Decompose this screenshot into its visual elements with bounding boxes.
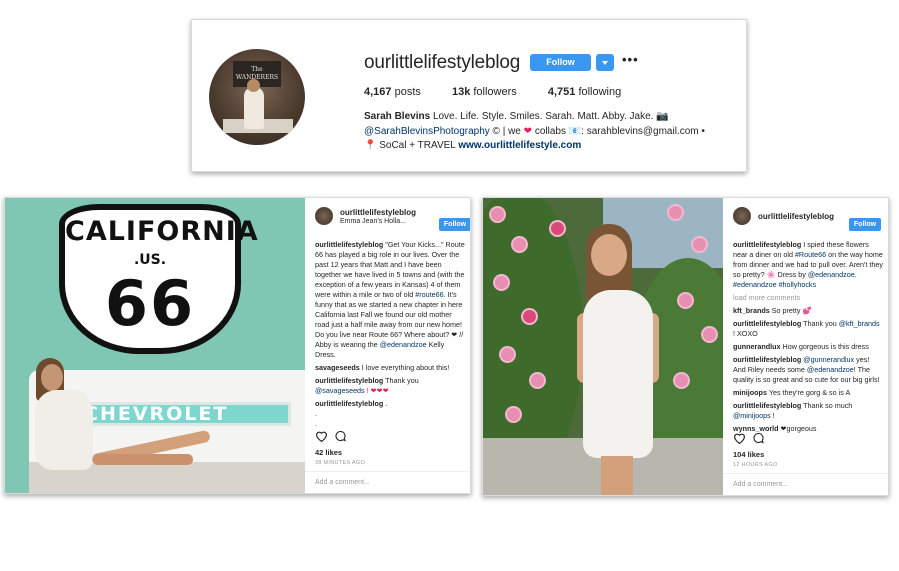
- divider: [723, 473, 888, 474]
- following-stat[interactable]: 4,751 following: [548, 86, 621, 98]
- followers-stat[interactable]: 13k followers: [452, 86, 517, 98]
- post-timestamp: 38 MINUTES AGO: [315, 460, 366, 466]
- post-follow-button[interactable]: Follow: [439, 218, 470, 231]
- bio-name: Sarah Blevins: [364, 111, 431, 122]
- post-actions: [315, 430, 355, 444]
- post-sidebar: ourlittlelifestyleblog Emma Jean's Holla…: [305, 198, 470, 493]
- comment-item: ourlittlelifestyleblog Thank you @savage…: [315, 376, 419, 395]
- comment-item: ourlittlelifestyleblog Thank you @kft_br…: [733, 319, 880, 338]
- suggestions-dropdown-button[interactable]: [596, 54, 614, 71]
- like-count[interactable]: 104 likes: [733, 450, 764, 459]
- like-heart-icon[interactable]: [733, 432, 746, 444]
- comment-list: ourlittlelifestyleblog "Get Your Kicks..…: [315, 240, 465, 432]
- post-header: ourlittlelifestyleblog Follow: [733, 207, 883, 231]
- post-caption: ourlittlelifestyleblog I spied these flo…: [733, 240, 884, 289]
- comment-bubble-icon[interactable]: [334, 430, 347, 442]
- route66-sign-graphic: CALIFORNIA .US. 66: [59, 204, 258, 354]
- comment-item: gunnerandlux How gorgeous is this dress: [733, 342, 869, 351]
- comment-item: minijoops Yes they're gorg & so is A: [733, 388, 851, 397]
- profile-bio: Sarah Blevins Love. Life. Style. Smiles.…: [364, 111, 705, 151]
- comment-bubble-icon[interactable]: [752, 432, 765, 444]
- post-follow-button[interactable]: Follow: [849, 218, 881, 231]
- comment-item: ourlittlelifestyleblog @gunnerandlux yes…: [733, 355, 880, 384]
- profile-username: ourlittlelifestyleblog: [364, 52, 521, 73]
- follow-button[interactable]: Follow: [530, 54, 591, 71]
- post-caption: ourlittlelifestyleblog "Get Your Kicks..…: [315, 240, 465, 359]
- bio-website-link[interactable]: www.ourlittlelifestyle.com: [458, 140, 581, 151]
- comment-item: ourlittlelifestyleblog .. .: [315, 399, 388, 428]
- comment-item: savageseeds I love everything about this…: [315, 363, 450, 372]
- divider: [305, 471, 470, 472]
- post-avatar[interactable]: [733, 207, 751, 225]
- post-photo[interactable]: [483, 198, 723, 495]
- post-timestamp: 12 HOURS AGO: [733, 462, 778, 468]
- comment-list: ourlittlelifestyleblog I spied these flo…: [733, 240, 883, 437]
- more-options-icon[interactable]: •••: [622, 52, 639, 67]
- like-heart-icon[interactable]: [315, 430, 328, 442]
- profile-header: The WANDERERS ourlittlelifestyleblog Fol…: [191, 19, 747, 172]
- add-comment-input[interactable]: Add a comment...: [315, 479, 370, 486]
- post-actions: [733, 432, 773, 446]
- post-sidebar: ourlittlelifestyleblog Follow ourlittlel…: [723, 198, 888, 495]
- post-username[interactable]: ourlittlelifestyleblog: [340, 208, 416, 217]
- post-hollyhocks: ourlittlelifestyleblog Follow ourlittlel…: [482, 197, 889, 496]
- comment-item: kft_brands So pretty 💕: [733, 306, 812, 315]
- post-avatar[interactable]: [315, 207, 333, 225]
- comment-item: ourlittlelifestyleblog Thank so much @mi…: [733, 401, 853, 420]
- post-location[interactable]: Emma Jean's Holla...: [340, 218, 406, 225]
- post-header: ourlittlelifestyleblog Emma Jean's Holla…: [315, 207, 470, 231]
- post-route66: CALIFORNIA .US. 66 CHEVROLET ourlittleli…: [4, 197, 471, 494]
- add-comment-input[interactable]: Add a comment...: [733, 481, 788, 488]
- heart-icon: ❤: [523, 125, 533, 137]
- profile-avatar[interactable]: The WANDERERS: [209, 49, 305, 145]
- like-count[interactable]: 42 likes: [315, 448, 342, 457]
- profile-stats: 4,167 posts 13k followers 4,751 followin…: [364, 86, 649, 98]
- posts-stat: 4,167 posts: [364, 86, 421, 98]
- post-username[interactable]: ourlittlelifestyleblog: [758, 212, 834, 221]
- post-photo[interactable]: CALIFORNIA .US. 66 CHEVROLET: [5, 198, 305, 493]
- bio-handle-link[interactable]: @SarahBlevinsPhotography: [364, 126, 490, 137]
- load-more-comments-link[interactable]: load more comments: [733, 293, 883, 303]
